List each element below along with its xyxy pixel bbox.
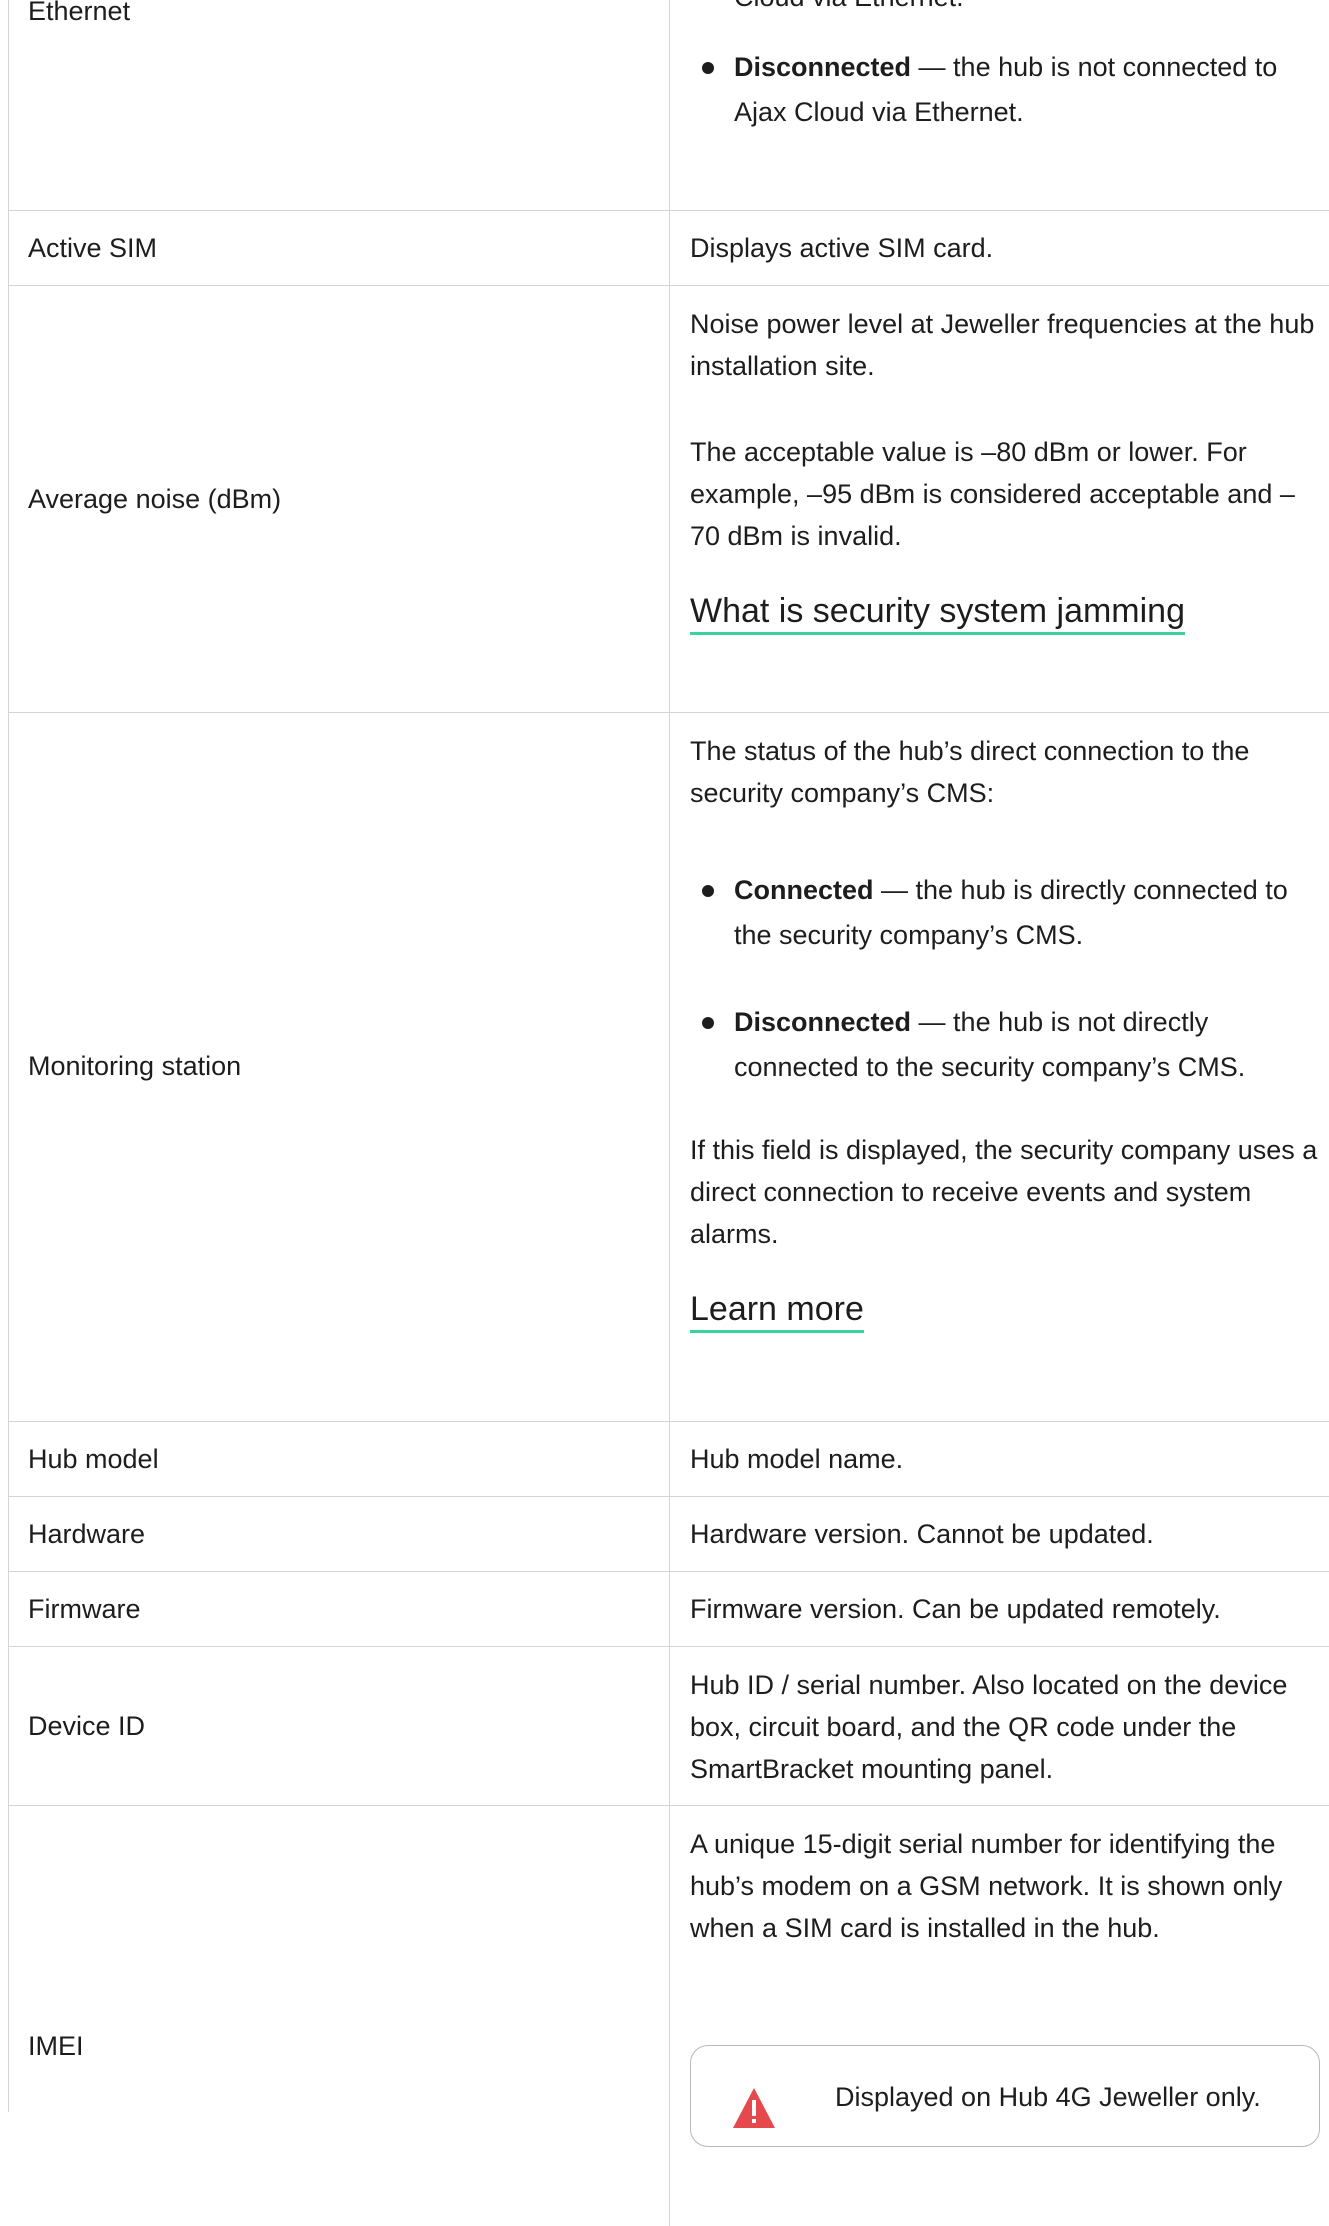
- table-row-active-sim: Active SIM Displays active SIM card.: [9, 211, 1329, 286]
- table-row-hub-model: Hub model Hub model name.: [9, 1422, 1329, 1497]
- row-label-hub-model: Hub model: [28, 1444, 159, 1474]
- row-desc-ethernet: Cloud via Ethernet. Disconnected — the h…: [690, 0, 1320, 135]
- row-desc-imei: A unique 15-digit serial number for iden…: [690, 1829, 1283, 1943]
- table-row-firmware: Firmware Firmware version. Can be update…: [9, 1572, 1329, 1647]
- bullet-disconnected: Disconnected — the hub is not directly c…: [690, 1000, 1320, 1090]
- row-desc-firmware: Firmware version. Can be updated remotel…: [690, 1594, 1221, 1624]
- row-label-device-id: Device ID: [28, 1711, 146, 1741]
- hub-states-table: Ethernet Cloud via Ethernet. Disconnecte…: [8, 0, 1329, 2226]
- row-label-ethernet: Ethernet: [28, 0, 131, 26]
- note-text: Displayed on Hub 4G Jeweller only.: [835, 2082, 1261, 2112]
- learn-more-link[interactable]: Learn more: [690, 1289, 864, 1333]
- row-desc-active-sim: Displays active SIM card.: [690, 233, 994, 263]
- bullet-dot: [702, 1017, 714, 1029]
- warning-icon: [733, 2088, 775, 2128]
- table-row-imei: IMEI A unique 15-digit serial number for…: [9, 1806, 1329, 2226]
- row-desc-monitoring-station: The status of the hub’s direct connectio…: [690, 730, 1320, 1333]
- bullet-dot: [702, 62, 714, 74]
- row-label-average-noise: Average noise (dBm): [28, 484, 282, 514]
- row-label-monitoring-station: Monitoring station: [28, 1051, 242, 1081]
- bullet-connected: Connected — the hub is directly connecte…: [690, 868, 1320, 958]
- table-row-hardware: Hardware Hardware version. Cannot be upd…: [9, 1497, 1329, 1572]
- table-row-average-noise: Average noise (dBm) Noise power level at…: [9, 286, 1329, 713]
- row-desc-hub-model: Hub model name.: [690, 1444, 904, 1474]
- row-desc-device-id: Hub ID / serial number. Also located on …: [690, 1670, 1288, 1784]
- bullet-dot: [702, 885, 714, 897]
- row-label-hardware: Hardware: [28, 1519, 146, 1549]
- row-desc-hardware: Hardware version. Cannot be updated.: [690, 1519, 1154, 1549]
- row-label-active-sim: Active SIM: [28, 233, 158, 263]
- row-label-firmware: Firmware: [28, 1594, 141, 1624]
- table-row-monitoring-station: Monitoring station The status of the hub…: [9, 713, 1329, 1422]
- row-desc-average-noise: Noise power level at Jeweller frequencie…: [690, 303, 1320, 635]
- warning-note: Displayed on Hub 4G Jeweller only.: [690, 2045, 1320, 2147]
- table-row-ethernet: Ethernet Cloud via Ethernet. Disconnecte…: [9, 0, 1329, 211]
- jamming-link[interactable]: What is security system jamming: [690, 591, 1185, 635]
- row-label-imei: IMEI: [28, 2031, 84, 2061]
- bullet-disconnected: Disconnected — the hub is not connected …: [690, 45, 1320, 135]
- table-row-device-id: Device ID Hub ID / serial number. Also l…: [9, 1647, 1329, 1806]
